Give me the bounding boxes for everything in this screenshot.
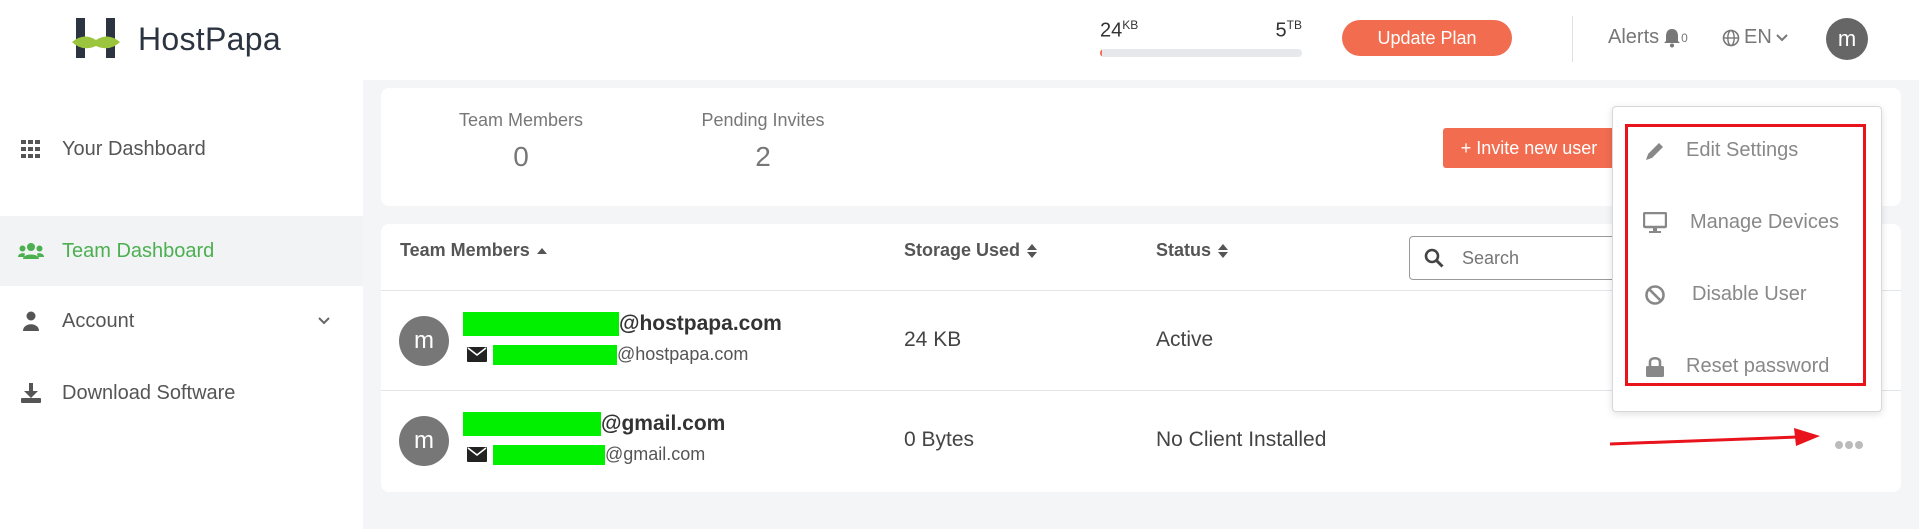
sidebar-item-label: Account xyxy=(62,309,135,332)
ban-icon xyxy=(1640,284,1670,306)
member-email: @gmail.com xyxy=(463,412,725,436)
member-avatar: m xyxy=(399,316,449,366)
globe-icon xyxy=(1722,29,1740,46)
update-plan-button[interactable]: Update Plan xyxy=(1342,20,1512,56)
brand-logo[interactable]: HostPapa xyxy=(70,16,281,62)
redacted-text xyxy=(463,312,619,336)
sidebar-item-your-dashboard[interactable]: Your Dashboard xyxy=(0,114,363,184)
user-avatar[interactable]: m xyxy=(1826,18,1868,60)
menu-item-reset-password[interactable]: Reset password xyxy=(1640,355,1829,378)
pencil-icon xyxy=(1640,140,1670,162)
redacted-text xyxy=(493,344,617,365)
member-avatar: m xyxy=(399,416,449,466)
ellipsis-icon xyxy=(1835,441,1863,449)
sidebar: Your Dashboard Team Dashboard Account Do… xyxy=(0,80,363,529)
team-members-label: Team Members xyxy=(458,110,584,130)
envelope-icon xyxy=(467,447,487,462)
sort-icon xyxy=(1218,243,1229,258)
pending-invites-count: 2 xyxy=(755,141,771,172)
sidebar-item-team-dashboard[interactable]: Team Dashboard xyxy=(0,216,363,286)
storage-usage: 24KB 5TB xyxy=(1100,18,1302,57)
member-contact: @hostpapa.com xyxy=(467,344,748,365)
grid-icon xyxy=(0,140,62,158)
column-header-status[interactable]: Status xyxy=(1156,240,1229,261)
alerts-count: 0 xyxy=(1681,30,1688,45)
annotation-highlight-box xyxy=(1625,124,1866,386)
column-header-team-members[interactable]: Team Members xyxy=(400,240,548,261)
status-cell: Active xyxy=(1156,328,1214,351)
menu-item-label: Reset password xyxy=(1686,355,1830,377)
annotation-arrow xyxy=(1609,428,1820,446)
more-actions-button[interactable] xyxy=(1834,426,1864,457)
sidebar-item-label: Team Dashboard xyxy=(62,239,215,262)
sidebar-item-label: Your Dashboard xyxy=(62,137,206,160)
top-header: HostPapa 24KB 5TB Update Plan Alerts 0 E… xyxy=(0,0,1919,80)
monitor-icon xyxy=(1640,211,1670,234)
alerts-label: Alerts xyxy=(1608,26,1660,48)
alerts-link[interactable]: Alerts 0 xyxy=(1608,26,1688,49)
sidebar-item-label: Download Software xyxy=(62,381,236,404)
menu-item-disable-user[interactable]: Disable User xyxy=(1640,283,1806,306)
pending-invites-label: Pending Invites xyxy=(701,110,825,130)
chevron-down-icon xyxy=(318,317,330,325)
storage-used-cell: 0 Bytes xyxy=(904,428,975,451)
header-divider xyxy=(1572,16,1573,62)
sidebar-item-account[interactable]: Account xyxy=(0,286,363,356)
redacted-text xyxy=(463,412,601,436)
user-icon xyxy=(0,311,62,331)
lock-icon xyxy=(1640,356,1670,378)
team-members-count: 0 xyxy=(513,141,529,172)
brand-name: HostPapa xyxy=(138,20,281,57)
team-members-stat: Team Members 0 xyxy=(451,110,591,173)
menu-item-edit-settings[interactable]: Edit Settings xyxy=(1640,139,1798,162)
usage-bar-fill xyxy=(1100,48,1103,57)
sort-icon xyxy=(1027,243,1038,258)
menu-item-label: Disable User xyxy=(1692,283,1807,305)
envelope-icon xyxy=(467,347,487,362)
users-icon xyxy=(0,242,62,260)
member-email: @hostpapa.com xyxy=(463,312,782,336)
usage-used: 24KB xyxy=(1100,18,1139,42)
sort-asc-icon xyxy=(536,247,547,254)
usage-total: 5TB xyxy=(1275,18,1302,42)
redacted-text xyxy=(493,444,605,465)
member-contact: @gmail.com xyxy=(467,444,705,465)
language-selector[interactable]: EN xyxy=(1722,26,1788,49)
pending-invites-stat: Pending Invites 2 xyxy=(693,110,833,173)
status-cell: No Client Installed xyxy=(1156,428,1327,451)
sidebar-item-download-software[interactable]: Download Software xyxy=(0,358,363,428)
search-icon xyxy=(1424,248,1444,268)
chevron-down-icon xyxy=(1776,33,1788,41)
bell-icon xyxy=(1664,28,1681,47)
usage-bar xyxy=(1100,48,1302,57)
invite-new-user-button[interactable]: + Invite new user xyxy=(1443,128,1615,168)
storage-used-cell: 24 KB xyxy=(904,328,962,351)
column-header-storage-used[interactable]: Storage Used xyxy=(904,240,1038,261)
language-label: EN xyxy=(1744,26,1772,48)
download-icon xyxy=(0,383,62,403)
menu-item-manage-devices[interactable]: Manage Devices xyxy=(1640,211,1839,234)
menu-item-label: Manage Devices xyxy=(1690,211,1839,233)
menu-item-label: Edit Settings xyxy=(1686,139,1799,161)
hostpapa-logo-icon xyxy=(72,18,120,58)
